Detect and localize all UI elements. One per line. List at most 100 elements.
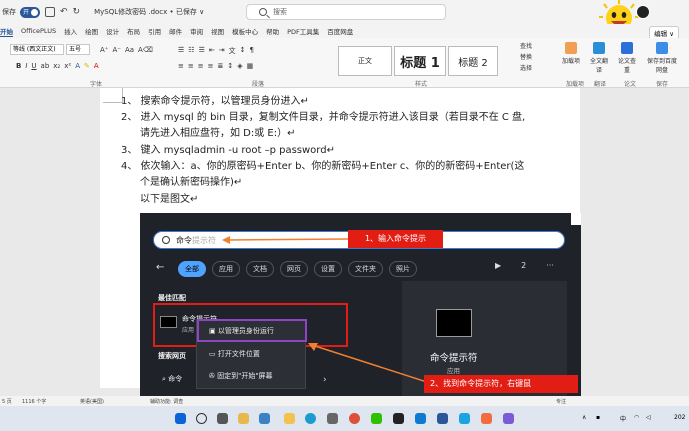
wifi-icon[interactable]: ◠	[634, 414, 639, 421]
tab-references[interactable]: 引用	[148, 26, 161, 36]
text-effects-icon[interactable]: A	[75, 62, 80, 70]
autosave-toggle[interactable]: 开	[20, 6, 40, 18]
increase-indent-icon[interactable]: ⇥	[219, 46, 225, 56]
tab-design[interactable]: 设计	[106, 26, 119, 36]
font-color-icon[interactable]: A	[94, 62, 99, 70]
superscript-button[interactable]: x²	[64, 62, 71, 70]
list-buttons: ☰ ☷ ☰ ⇤ ⇥ 文 ↕ ¶	[178, 46, 254, 56]
app-icon[interactable]	[503, 413, 514, 424]
multilevel-icon[interactable]: ☰	[199, 46, 205, 56]
tab-baidu-netdisk[interactable]: 百度网盘	[327, 26, 353, 36]
search-icon	[162, 236, 170, 244]
font-name-select[interactable]: 等线 (西文正文)	[10, 44, 64, 55]
page-corner	[571, 213, 581, 225]
edge-icon[interactable]	[305, 413, 316, 424]
wechat-icon[interactable]	[371, 413, 382, 424]
align-right-icon[interactable]: ≡	[198, 62, 204, 70]
tab-draw[interactable]: 绘图	[85, 26, 98, 36]
file-explorer-icon[interactable]	[284, 413, 295, 424]
font-size-select[interactable]: 五号	[66, 44, 90, 55]
volume-icon[interactable]: ◁	[646, 414, 651, 421]
taskbar: ∧ ▪ 中 ◠ ◁ 202	[0, 406, 689, 431]
tab-review[interactable]: 审阅	[190, 26, 203, 36]
sort-icon[interactable]: ↕	[240, 46, 246, 56]
tab-templates[interactable]: 模板中心	[232, 26, 258, 36]
input-method-icon[interactable]: 中	[620, 414, 626, 423]
show-marks-icon[interactable]: ¶	[249, 46, 253, 56]
find-button[interactable]: 查找	[520, 41, 532, 50]
app-icon[interactable]	[481, 413, 492, 424]
vscode-icon[interactable]	[415, 413, 426, 424]
italic-button[interactable]: I	[25, 62, 27, 70]
shrink-font-button[interactable]: A⁻	[112, 46, 120, 54]
editing-group: 查找 替换 选择	[520, 41, 532, 72]
style-heading-1[interactable]: 标题 1	[394, 46, 446, 76]
page-count[interactable]: 5 页	[2, 398, 12, 405]
bullets-icon[interactable]: ☰	[178, 46, 184, 56]
distribute-icon[interactable]: ≣	[218, 62, 224, 70]
bold-button[interactable]: B	[16, 62, 21, 70]
word-count[interactable]: 1116 个字	[22, 398, 46, 405]
tab-pdf-tools[interactable]: PDF工具集	[287, 26, 319, 36]
search-icon	[259, 8, 267, 16]
underline-button[interactable]: U	[31, 62, 36, 70]
word-icon[interactable]	[437, 413, 448, 424]
tab-help[interactable]: 帮助	[266, 26, 279, 36]
avatar[interactable]	[636, 5, 650, 19]
paper-check-button[interactable]: 论文查重	[616, 42, 638, 74]
tab-layout[interactable]: 布局	[127, 26, 140, 36]
start-icon[interactable]	[175, 413, 186, 424]
borders-icon[interactable]: ▦	[247, 62, 254, 70]
strikethrough-button[interactable]: ab	[41, 62, 50, 70]
clock[interactable]: 202	[674, 414, 685, 421]
grow-font-button[interactable]: A⁺	[100, 46, 108, 54]
font-format-buttons: B I U ab x₂ x² A ✎ A	[16, 62, 99, 70]
chat-icon[interactable]	[259, 413, 270, 424]
focus-mode[interactable]: 专注	[556, 398, 566, 405]
tab-view[interactable]: 视图	[211, 26, 224, 36]
task-view-icon[interactable]	[217, 413, 228, 424]
tray-chevron-icon[interactable]: ∧	[582, 414, 586, 421]
chrome-icon[interactable]	[349, 413, 360, 424]
doc-line-2: 2、 进入 mysql 的 bin 目录，复制文件目录，并命令提示符进入该目录（…	[121, 112, 526, 123]
chinese-layout-icon[interactable]: 文	[229, 46, 236, 56]
translate-button[interactable]: 全文翻译	[588, 42, 610, 74]
subscript-button[interactable]: x₂	[53, 62, 60, 70]
undo-icon[interactable]: ↶	[60, 7, 68, 17]
language[interactable]: 英语(美国)	[80, 398, 104, 405]
widgets-icon[interactable]	[238, 413, 249, 424]
tab-home[interactable]: 开始	[0, 26, 13, 37]
qq-icon[interactable]	[459, 413, 470, 424]
document-title[interactable]: MySQL修改密码 .docx • 已保存 ∨	[94, 7, 204, 17]
decrease-indent-icon[interactable]: ⇤	[209, 46, 215, 56]
align-left-icon[interactable]: ≡	[178, 62, 184, 70]
clear-format-button[interactable]: A⌫	[138, 46, 153, 54]
replace-button[interactable]: 替换	[520, 52, 532, 61]
highlight-icon[interactable]: ✎	[84, 62, 90, 70]
accessibility-status[interactable]: 辅助功能: 调查	[150, 398, 183, 405]
app-icon[interactable]	[393, 413, 404, 424]
tray-icon[interactable]: ▪	[596, 414, 600, 421]
tab-insert[interactable]: 插入	[64, 26, 77, 36]
select-button[interactable]: 选择	[520, 63, 532, 72]
line-spacing-icon[interactable]: ↕	[227, 62, 233, 70]
redo-icon[interactable]: ↻	[73, 7, 81, 17]
align-center-icon[interactable]: ≡	[188, 62, 194, 70]
save-baidu-button[interactable]: 保存到百度网盘	[646, 42, 678, 74]
tab-mailings[interactable]: 邮件	[169, 26, 182, 36]
change-case-button[interactable]: Aa	[125, 46, 134, 54]
addins-button[interactable]: 加载项	[560, 42, 582, 65]
search-icon[interactable]	[196, 413, 207, 424]
paper-check-icon	[621, 42, 633, 54]
save-icon[interactable]	[45, 7, 55, 17]
shading-icon[interactable]: ◈	[237, 62, 242, 70]
tab-officeplus[interactable]: OfficePLUS	[21, 27, 56, 35]
store-icon[interactable]	[327, 413, 338, 424]
style-normal[interactable]: 正文	[338, 46, 392, 76]
embedded-screenshot[interactable]: 命令 提示符 1、输入命令提示 ← 全部 应用 文档 网页 设置 文件夹 照片 …	[140, 213, 581, 396]
numbering-icon[interactable]: ☷	[188, 46, 194, 56]
style-heading-2[interactable]: 标题 2	[448, 46, 498, 76]
filter-web: 网页	[280, 261, 308, 277]
search-box[interactable]: 搜索	[246, 4, 446, 20]
justify-icon[interactable]: ≡	[208, 62, 214, 70]
